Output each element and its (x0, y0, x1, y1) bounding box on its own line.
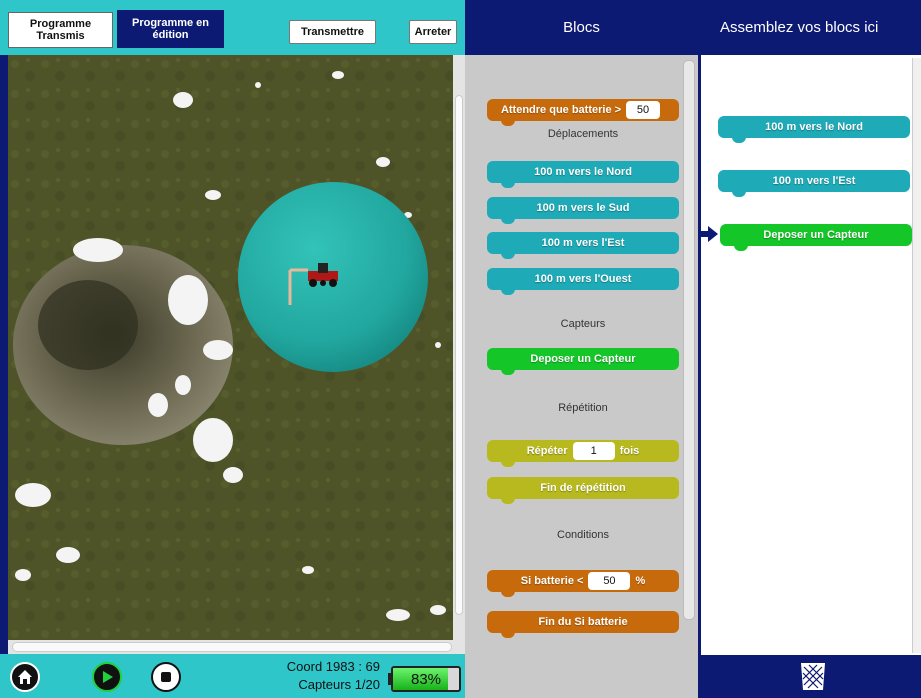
workspace-header: Assemblez vos blocs ici (698, 0, 921, 55)
scroll-thumb[interactable] (12, 642, 452, 652)
left-edge (0, 55, 8, 655)
terrain-map[interactable] (8, 55, 453, 640)
section-capteurs: Capteurs (560, 318, 606, 330)
block-fin-repetition[interactable]: Fin de répétition (487, 477, 679, 504)
palette-scrollbar[interactable] (683, 60, 695, 620)
tab-programme-transmis[interactable]: Programme Transmis (8, 12, 113, 48)
program-workspace[interactable] (698, 55, 921, 655)
section-conditions: Conditions (557, 529, 609, 541)
coord-text: Coord 1983 : 69 (286, 659, 380, 674)
workspace-block[interactable]: Deposer un Capteur (720, 224, 912, 251)
section-repetition: Répétition (558, 402, 608, 414)
block-suffix: % (635, 575, 646, 587)
block-fin-si-batterie[interactable]: Fin du Si batterie (487, 611, 679, 638)
workspace-block[interactable]: 100 m vers l'Est (718, 170, 910, 197)
workspace-block[interactable]: 100 m vers le Nord (718, 116, 910, 143)
app-root: Programme Transmis Programme en édition … (0, 0, 921, 698)
repeter-value[interactable]: 1 (572, 442, 615, 460)
block-suffix: fois (619, 445, 640, 457)
block-nord[interactable]: 100 m vers le Nord (487, 161, 679, 188)
play-icon (103, 671, 113, 683)
map-horizontal-scrollbar[interactable] (8, 640, 465, 654)
wait-battery-value[interactable]: 50 (626, 101, 661, 119)
trash-button[interactable] (796, 659, 830, 698)
arrow-right-icon (700, 226, 718, 242)
blocs-header: Blocs (465, 0, 698, 55)
insert-marker (700, 226, 718, 247)
scroll-thumb[interactable] (455, 95, 463, 615)
block-repeter[interactable]: Répéter 1 fois (487, 440, 679, 467)
play-button[interactable] (92, 662, 122, 692)
block-label: Si batterie < (520, 575, 584, 587)
block-deposer-capteur[interactable]: Deposer un Capteur (487, 348, 679, 375)
battery-icon: 83% (391, 666, 461, 692)
block-sud[interactable]: 100 m vers le Sud (487, 197, 679, 224)
home-icon (18, 670, 32, 684)
terrain-svg (8, 55, 453, 640)
status-readout: Coord 1983 : 69 Capteurs 1/20 (255, 658, 380, 694)
map-vertical-scrollbar[interactable] (453, 55, 465, 640)
block-est[interactable]: 100 m vers l'Est (487, 232, 679, 259)
tab-programme-edition[interactable]: Programme en édition (117, 10, 224, 48)
blocks-palette (465, 55, 698, 698)
trash-icon (801, 663, 825, 690)
home-button[interactable] (10, 662, 40, 692)
block-wait-battery[interactable]: Attendre que batterie > 50 (487, 99, 679, 126)
stop-icon (161, 672, 171, 682)
block-ouest[interactable]: 100 m vers l'Ouest (487, 268, 679, 295)
capteurs-text: Capteurs 1/20 (298, 677, 380, 692)
block-si-batterie[interactable]: Si batterie < 50 % (487, 570, 679, 597)
section-deplacements: Déplacements (547, 128, 619, 140)
block-label: Répéter (526, 445, 568, 457)
stop-button[interactable] (151, 662, 181, 692)
transmettre-button[interactable]: Transmettre (289, 20, 376, 44)
block-label: Attendre que batterie > (500, 104, 622, 116)
arreter-button[interactable]: Arreter (409, 20, 457, 44)
bottom-bar: Coord 1983 : 69 Capteurs 1/20 83% (0, 654, 465, 698)
battery-level: 83% (410, 670, 442, 688)
si-batterie-value[interactable]: 50 (588, 572, 631, 590)
workspace-scrollbar[interactable] (912, 58, 921, 653)
